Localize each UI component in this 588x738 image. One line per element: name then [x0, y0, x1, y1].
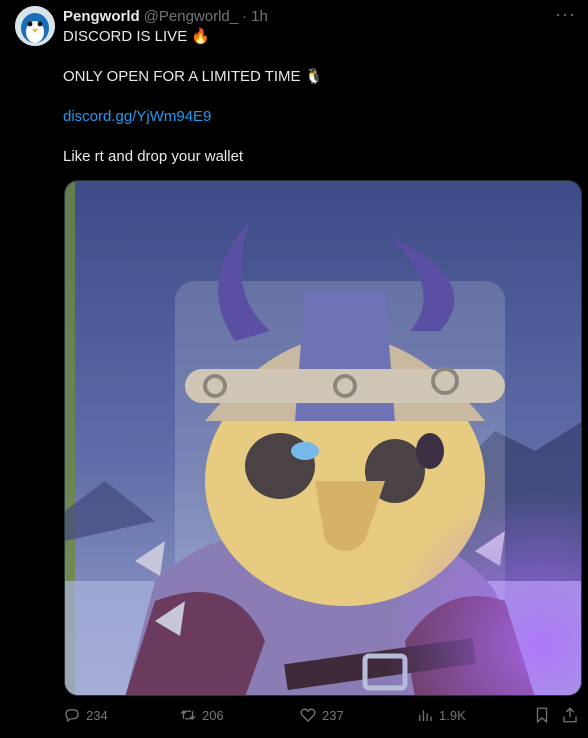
like-button[interactable]: 237	[299, 706, 344, 724]
reply-button[interactable]: 234	[63, 706, 108, 724]
viking-penguin-artwork	[65, 181, 581, 695]
views-count: 1.9K	[439, 707, 466, 723]
post-header: Pengworld @Pengworld_ · 1h	[63, 6, 548, 26]
post-line-2-text: ONLY OPEN FOR A LIMITED TIME	[63, 68, 301, 85]
post-time[interactable]: 1h	[251, 8, 268, 25]
heart-icon	[300, 708, 316, 722]
fire-emoji-icon: 🔥	[191, 28, 211, 45]
post-line-1-text: DISCORD IS LIVE	[63, 28, 188, 45]
post-line-2: ONLY OPEN FOR A LIMITED TIME 🐧	[63, 67, 323, 87]
avatar[interactable]	[15, 6, 55, 46]
discord-link[interactable]: discord.gg/YjWm94E9	[63, 107, 211, 127]
share-icon	[563, 707, 577, 723]
post-line-1: DISCORD IS LIVE 🔥	[63, 27, 210, 47]
views-icon	[419, 710, 432, 721]
repost-count: 206	[202, 707, 224, 723]
bookmark-icon	[536, 707, 548, 724]
reply-count: 234	[86, 707, 108, 723]
more-options-button[interactable]: ···	[555, 4, 576, 25]
post-line-4: Like rt and drop your wallet	[63, 148, 244, 165]
reply-icon	[65, 709, 79, 723]
repost-icon	[180, 710, 196, 720]
bookmark-button[interactable]	[533, 706, 551, 724]
share-button[interactable]	[561, 706, 579, 724]
penguin-emoji-icon: 🐧	[304, 68, 324, 85]
action-bar: 234 206 237 1.9K	[63, 706, 580, 730]
like-count: 237	[322, 707, 344, 723]
separator: ·	[242, 7, 248, 25]
author-name[interactable]: Pengworld	[63, 8, 140, 25]
post-image[interactable]	[64, 180, 582, 696]
author-handle[interactable]: @Pengworld_	[144, 8, 238, 25]
views-button[interactable]: 1.9K	[416, 706, 466, 724]
penguin-avatar-icon	[15, 6, 55, 46]
repost-button[interactable]: 206	[179, 706, 224, 724]
